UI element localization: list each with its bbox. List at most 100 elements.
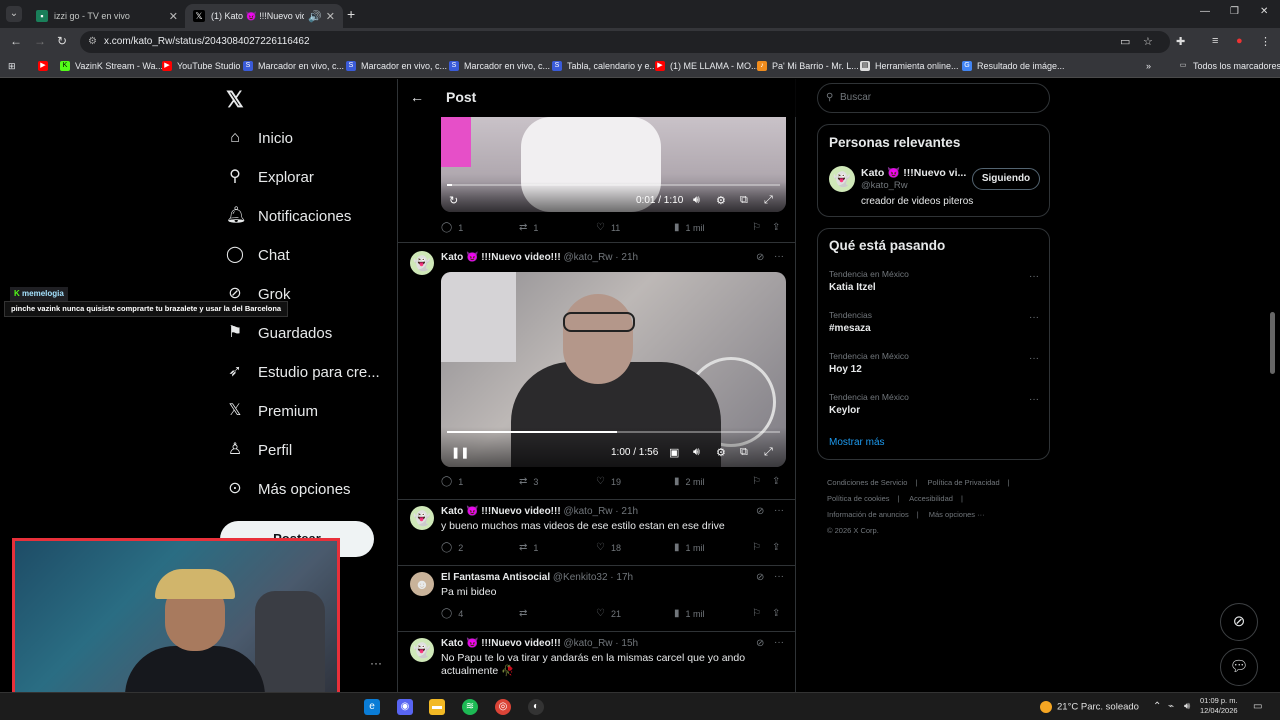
bookmark-button[interactable]: ⚐ bbox=[752, 222, 767, 233]
video-progress-bar[interactable] bbox=[447, 184, 780, 186]
fullscreen-icon[interactable]: ⤢ bbox=[764, 194, 773, 207]
all-bookmarks-folder[interactable]: ▭ Todos los marcadores bbox=[1178, 61, 1280, 71]
messages-fab-icon[interactable]: 💬︎ bbox=[1220, 648, 1258, 686]
bookmark-item[interactable]: S Marcador en vivo, c... bbox=[243, 61, 344, 71]
share-button[interactable]: ⇪ bbox=[772, 222, 786, 233]
nav-chat[interactable]: ◯ Chat bbox=[226, 246, 290, 264]
pip-icon[interactable]: ⧉ bbox=[740, 194, 748, 207]
reload-icon[interactable]: ↻ bbox=[57, 34, 67, 48]
more-options-icon[interactable]: ··· bbox=[370, 656, 382, 670]
share-button[interactable]: ⇪ bbox=[772, 608, 786, 619]
tray-chevron-icon[interactable]: ⌃ bbox=[1153, 701, 1161, 712]
grok-icon[interactable]: ⊘ bbox=[756, 638, 764, 649]
file-explorer-icon[interactable]: ▬ bbox=[429, 699, 445, 715]
tab-search-button[interactable]: ⌄ bbox=[6, 6, 22, 22]
following-button[interactable]: Siguiendo bbox=[972, 168, 1040, 190]
user-name[interactable]: Kato 😈 !!!Nuevo vi... bbox=[861, 166, 966, 179]
views-button[interactable]: ▮ 1 mil bbox=[674, 222, 705, 233]
reply-button[interactable]: ◯ 4 bbox=[441, 608, 463, 619]
trend-item[interactable]: Tendencia en México Hoy 12 ··· bbox=[829, 351, 1039, 375]
reply-button[interactable]: ◯ 1 bbox=[441, 476, 463, 487]
repost-button[interactable]: ⇄ 3 bbox=[519, 476, 538, 487]
footer-link[interactable]: Información de anuncios bbox=[827, 510, 909, 519]
youtube-bookmark-icon[interactable]: ▶ bbox=[38, 61, 53, 71]
pip-icon[interactable]: ⧉ bbox=[740, 446, 748, 459]
avatar[interactable]: ☻ bbox=[410, 572, 434, 596]
grok-fab-icon[interactable]: ⊘ bbox=[1220, 603, 1258, 641]
bookmark-item[interactable]: ▶ (1) ME LLAMA - MO... bbox=[655, 61, 759, 71]
edge-icon[interactable]: e bbox=[364, 699, 380, 715]
like-button[interactable]: ♡ 18 bbox=[596, 542, 621, 553]
x-logo-icon[interactable]: 𝕏 bbox=[226, 87, 244, 113]
menu-icon[interactable]: ⋮ bbox=[1260, 35, 1271, 48]
like-button[interactable]: ♡ 11 bbox=[596, 222, 620, 233]
avatar[interactable]: 👻 bbox=[410, 251, 434, 275]
tab-izzi[interactable]: ▪ izzi go - TV en vivo ✕ bbox=[28, 4, 186, 28]
spotify-icon[interactable]: ≋ bbox=[462, 699, 478, 715]
new-tab-icon[interactable]: + bbox=[347, 6, 355, 22]
like-button[interactable]: ♡ 21 bbox=[596, 608, 621, 619]
nav-premium[interactable]: 𝕏 Premium bbox=[226, 402, 318, 420]
more-options-icon[interactable]: ··· bbox=[1029, 353, 1039, 364]
footer-link[interactable]: Política de Privacidad bbox=[928, 478, 1000, 487]
grok-icon[interactable]: ⊘ bbox=[756, 572, 764, 583]
volume-icon[interactable]: 🔊︎ bbox=[693, 194, 700, 207]
nav-notifications[interactable]: 🔔︎ Notificaciones bbox=[226, 207, 351, 225]
back-icon[interactable]: ← bbox=[10, 34, 22, 48]
forward-icon[interactable]: → bbox=[34, 34, 46, 48]
replay-icon[interactable]: ↻ bbox=[449, 194, 458, 207]
address-bar[interactable]: ⚙ x.com/kato_Rw/status/20430840272261164… bbox=[80, 31, 1170, 53]
bookmark-item[interactable]: S Marcador en vivo, c... bbox=[449, 61, 550, 71]
more-options-icon[interactable]: ··· bbox=[1029, 271, 1039, 282]
network-icon[interactable]: ⌁ bbox=[1168, 701, 1174, 712]
tweet-author[interactable]: Kato 😈 !!!Nuevo video!!! @kato_Rw · 21h bbox=[441, 506, 638, 517]
reply-button[interactable]: ◯ 1 bbox=[441, 222, 463, 233]
avatar[interactable]: 👻 bbox=[410, 638, 434, 662]
bookmark-item[interactable]: ▤ Herramienta online... bbox=[860, 61, 959, 71]
footer-link[interactable]: Accesibilidad bbox=[909, 494, 953, 503]
avatar[interactable]: 👻 bbox=[829, 166, 855, 192]
more-options-icon[interactable]: ··· bbox=[1029, 394, 1039, 405]
more-bookmarks-icon[interactable]: » bbox=[1146, 61, 1151, 71]
settings-icon[interactable]: ⚙ bbox=[716, 446, 726, 459]
apps-icon[interactable]: ⊞ bbox=[8, 61, 16, 72]
profile-icon[interactable]: ● bbox=[1236, 35, 1243, 47]
avatar[interactable]: 👻 bbox=[410, 506, 434, 530]
nav-bookmarks[interactable]: ⚑ Guardados bbox=[226, 324, 332, 342]
discord-icon[interactable]: ◉ bbox=[397, 699, 413, 715]
fullscreen-icon[interactable]: ⤢ bbox=[764, 446, 773, 459]
share-button[interactable]: ⇪ bbox=[772, 476, 786, 487]
search-input[interactable]: ⚲ Buscar bbox=[817, 83, 1050, 113]
share-button[interactable]: ⇪ bbox=[772, 542, 786, 553]
grok-icon[interactable]: ⊘ bbox=[756, 506, 764, 517]
nav-creator-studio[interactable]: ➶ Estudio para cre... bbox=[226, 363, 379, 381]
bookmark-item[interactable]: ♪ Pa' Mi Barrio - Mr. L... bbox=[757, 61, 859, 71]
bookmark-button[interactable]: ⚐ bbox=[752, 542, 767, 553]
tweet[interactable]: 👻 Kato 😈 !!!Nuevo video!!! @kato_Rw · 15… bbox=[398, 631, 796, 692]
nav-explore[interactable]: ⚲ Explorar bbox=[226, 168, 314, 186]
pause-icon[interactable]: ❚❚ bbox=[451, 446, 469, 459]
more-options-icon[interactable]: ··· bbox=[774, 637, 784, 648]
extensions-icon[interactable]: ✚ bbox=[1176, 35, 1185, 48]
bookmark-item[interactable]: K VazinK Stream - Wa... bbox=[60, 61, 163, 71]
obs-icon[interactable]: ◐ bbox=[528, 699, 544, 715]
tweet[interactable]: 👻 Kato 😈 !!!Nuevo video!!! @kato_Rw · 21… bbox=[398, 499, 796, 565]
back-arrow-icon[interactable]: ← bbox=[410, 89, 424, 105]
tweet-author[interactable]: Kato 😈 !!!Nuevo video!!! @kato_Rw · 21h bbox=[441, 252, 638, 263]
more-options-icon[interactable]: ··· bbox=[774, 571, 784, 582]
tab-x-post[interactable]: 𝕏 (1) Kato 😈 !!!Nuevo video!!! 🔊 ✕ bbox=[185, 4, 343, 28]
notifications-icon[interactable]: ▭ bbox=[1253, 701, 1262, 712]
repost-button[interactable]: ⇄ 1 bbox=[519, 222, 538, 233]
close-window-icon[interactable]: ✕ bbox=[1260, 6, 1268, 17]
views-button[interactable]: ▮ 2 mil bbox=[674, 476, 705, 487]
bookmark-item[interactable]: G Resultado de imáge... bbox=[962, 61, 1065, 71]
chrome-icon[interactable]: ◎ bbox=[495, 699, 511, 715]
trend-item[interactable]: Tendencia en México Keylor ··· bbox=[829, 392, 1039, 416]
system-clock[interactable]: 01:09 p. m. 12/04/2026 bbox=[1200, 696, 1238, 716]
more-options-icon[interactable]: ··· bbox=[774, 251, 784, 262]
volume-icon[interactable]: 🔊︎ bbox=[1184, 701, 1190, 712]
trend-item[interactable]: Tendencia en México Katia Itzel ··· bbox=[829, 269, 1039, 293]
show-more-link[interactable]: Mostrar más bbox=[829, 437, 885, 448]
tweet[interactable]: ☻ El Fantasma Antisocial @Kenkito32 · 17… bbox=[398, 565, 796, 631]
video-player[interactable]: ↻ 0:01 / 1:10 🔊︎ ⚙ ⧉ ⤢ bbox=[441, 117, 786, 212]
